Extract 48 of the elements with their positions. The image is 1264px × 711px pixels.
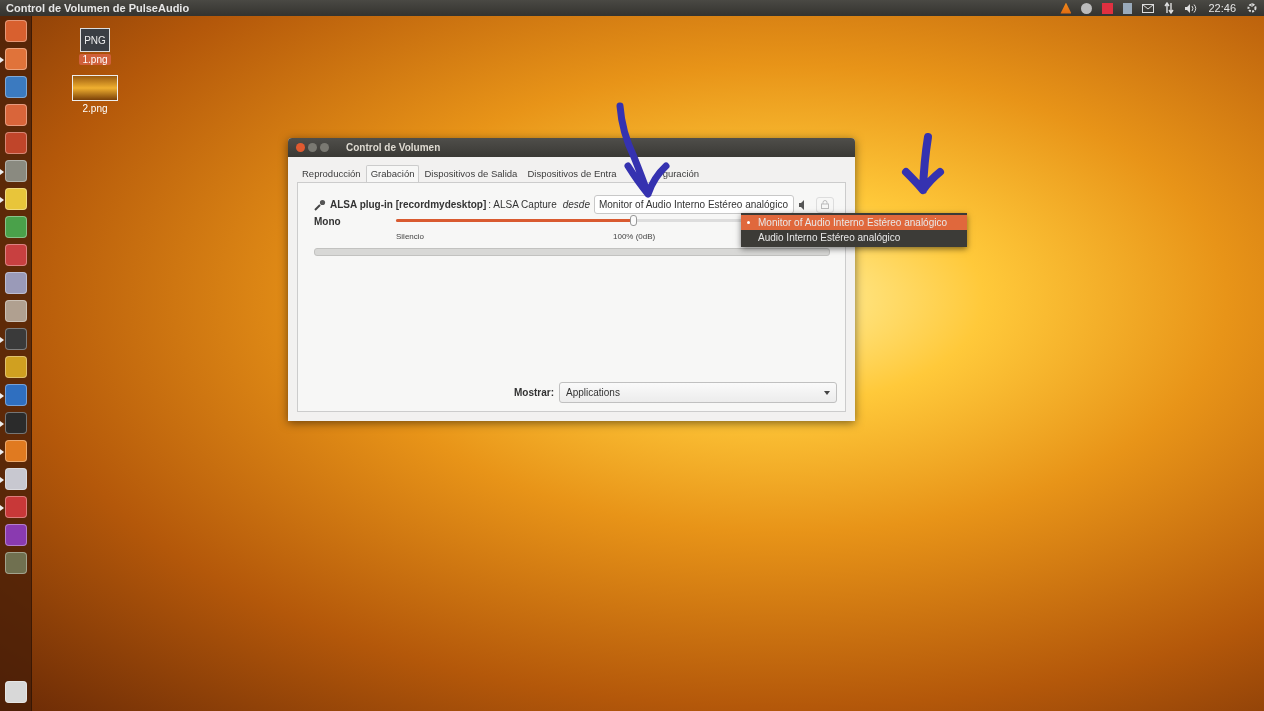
- network-icon[interactable]: [1164, 2, 1175, 14]
- cone-icon[interactable]: [1060, 2, 1072, 14]
- show-label: Mostrar:: [514, 387, 554, 398]
- stream-detail: : ALSA Capture: [488, 199, 557, 210]
- app-launcher-icon[interactable]: [4, 76, 27, 98]
- power-gear-icon[interactable]: [1246, 2, 1258, 14]
- app-launcher-icon[interactable]: [4, 160, 27, 182]
- app-launcher-icon[interactable]: [4, 356, 27, 378]
- mute-icon[interactable]: [797, 198, 806, 211]
- menu-item[interactable]: Audio Interno Estéreo analógico: [741, 230, 967, 245]
- file-icon[interactable]: PNG: [80, 28, 110, 52]
- app-launcher-icon[interactable]: [4, 468, 27, 490]
- app-launcher-icon[interactable]: [4, 188, 27, 210]
- window-title: Control de Volumen: [346, 142, 441, 153]
- tab[interactable]: Grabación: [365, 165, 420, 182]
- file-label[interactable]: 2.png: [79, 103, 111, 114]
- tab[interactable]: Reproducción: [297, 165, 366, 182]
- show-dropdown[interactable]: Applications: [559, 382, 837, 403]
- microphone-icon: [314, 198, 326, 211]
- app-launcher-icon[interactable]: [4, 48, 27, 70]
- volume-icon[interactable]: [1184, 2, 1199, 14]
- slider-mark-label: 100% (0dB): [613, 232, 656, 241]
- tab[interactable]: Dispositivos de Entra: [522, 165, 618, 182]
- mail-icon[interactable]: [1142, 3, 1155, 13]
- window-title: Control de Volumen de PulseAudio: [6, 2, 190, 14]
- close-button[interactable]: [296, 143, 305, 152]
- clock[interactable]: 22:46: [1208, 2, 1236, 14]
- device-dropdown[interactable]: Monitor of Audio Interno Estéreo analógico: [593, 195, 794, 214]
- app-launcher-icon[interactable]: [4, 104, 27, 126]
- app-launcher-icon[interactable]: [4, 440, 27, 462]
- stream-name: ALSA plug-in [recordmydesktop]: [330, 199, 487, 210]
- app-launcher-icon[interactable]: [4, 681, 27, 703]
- file-label[interactable]: 1.png: [79, 54, 111, 65]
- app-launcher-icon[interactable]: [4, 20, 27, 42]
- from-label: desde: [562, 199, 590, 210]
- dropdown-arrow-icon: [824, 390, 830, 395]
- lock-icon: [820, 200, 829, 209]
- tab[interactable]: guración: [661, 165, 705, 182]
- app-launcher-icon[interactable]: [4, 272, 27, 294]
- app-launcher-icon[interactable]: [4, 384, 27, 406]
- channel-label: Mono: [314, 215, 342, 229]
- image-thumbnail[interactable]: [72, 75, 118, 101]
- tab[interactable]: Dispositivos de Salida: [419, 165, 523, 182]
- app-launcher-icon[interactable]: [4, 552, 27, 574]
- app-launcher-icon[interactable]: [4, 216, 27, 238]
- slider-mark-label: Silencio: [396, 232, 424, 241]
- slider-thumb[interactable]: [630, 215, 638, 226]
- app-launcher-icon[interactable]: [4, 300, 27, 322]
